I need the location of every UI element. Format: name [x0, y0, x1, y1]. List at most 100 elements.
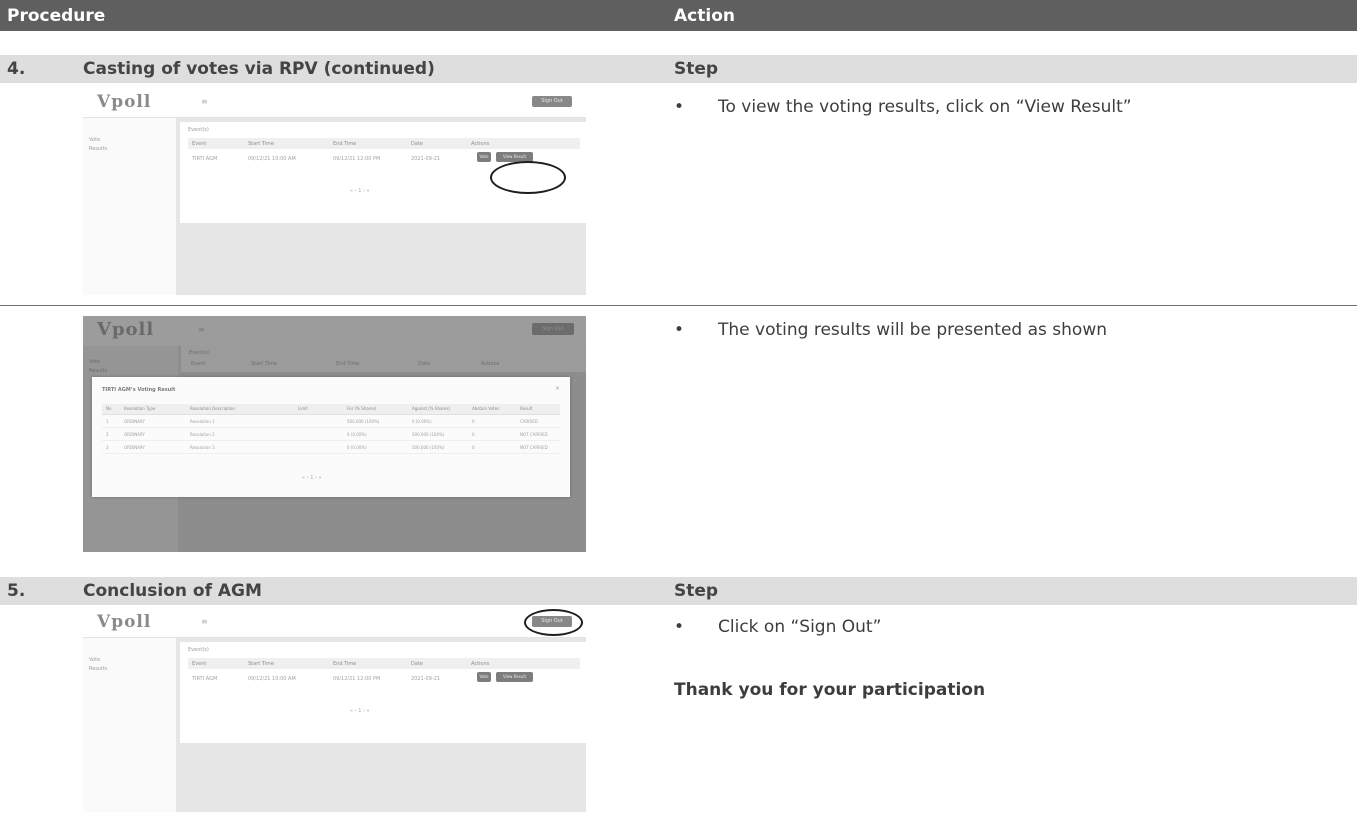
col-end-time: End Time	[333, 141, 357, 147]
app-topbar	[83, 607, 586, 638]
table-row: 1 ORDINARY Resolution 1 500,000 (100%) 0…	[102, 417, 560, 428]
section-5-step-label: Step	[674, 581, 719, 601]
sign-out-button: Sign Out	[532, 96, 572, 107]
step-5-bullet: • Click on “Sign Out”	[674, 617, 881, 637]
panel-title: Event(s)	[188, 647, 209, 653]
sidebar-item-results: Results	[89, 368, 108, 374]
col-actions: Actions	[481, 361, 500, 367]
procedure-column-heading: Procedure	[7, 6, 106, 26]
col-event: Event	[191, 361, 206, 367]
vpoll-logo: Vpoll	[97, 612, 152, 632]
sidebar-item-vote: Vote	[89, 657, 101, 663]
pagination: « ‹ 1 › »	[350, 708, 370, 714]
vpoll-logo: Vpoll	[97, 319, 155, 340]
col-actions: Actions	[471, 141, 490, 147]
cell-event: TIRTI AGM	[192, 156, 218, 162]
events-table-header: Event Start Time End Time Date Actions	[188, 138, 580, 149]
menu-icon: ≡	[201, 97, 208, 106]
events-panel: Event(s) Event Start Time End Time Date …	[180, 642, 586, 743]
col-against: Against (% Shares)	[412, 406, 451, 411]
cell-abstain: 0	[472, 445, 475, 450]
cell-abstain: 0	[472, 419, 475, 424]
section-5-title: Conclusion of AGM	[83, 581, 262, 601]
col-resolution-description: Resolution Description	[190, 406, 235, 411]
events-panel-dimmed: Event(s) Event Start Time End Time Date …	[181, 346, 586, 372]
cell-against: 500,000 (100%)	[412, 432, 445, 437]
app-topbar-dimmed	[83, 316, 586, 346]
step-4a-bullet: • To view the voting results, click on “V…	[674, 97, 1132, 117]
app-sidebar: Vote Results	[83, 638, 176, 812]
cell-for: 0 (0.00%)	[347, 432, 367, 437]
modal-title: TIRTI AGM’s Voting Result	[102, 387, 176, 393]
section-4-title: Casting of votes via RPV (continued)	[83, 59, 435, 79]
cell-type: ORDINARY	[124, 432, 145, 437]
cell-result: NOT CARRIED	[520, 445, 548, 450]
panel-title: Event(s)	[188, 127, 209, 133]
col-resolution-type: Resolution Type	[124, 406, 156, 411]
screenshot-view-result: Vpoll ≡ Sign Out Vote Results Event(s) E…	[83, 87, 586, 295]
bullet-glyph: •	[674, 617, 685, 637]
cell-type: ORDINARY	[124, 419, 145, 424]
col-end-time: End Time	[333, 661, 357, 667]
col-end-time: End Time	[336, 361, 360, 367]
menu-icon: ≡	[201, 617, 208, 626]
cell-for: 0 (0.00%)	[347, 445, 367, 450]
table-row: 2 ORDINARY Resolution 2 0 (0.00%) 500,00…	[102, 430, 560, 441]
cell-against: 0 (0.00%)	[412, 419, 432, 424]
section-4-step-label: Step	[674, 59, 719, 79]
cell-date: 2021-09-21	[411, 156, 441, 162]
cell-no: 3	[106, 445, 109, 450]
cell-date: 2021-09-21	[411, 676, 441, 682]
cell-event: TIRTI AGM	[192, 676, 218, 682]
vote-button: Vote	[477, 152, 491, 162]
bullet-glyph: •	[674, 320, 685, 340]
thank-you-message: Thank you for your participation	[674, 680, 986, 700]
app-sidebar: Vote Results	[83, 118, 176, 295]
pagination: « ‹ 1 › »	[302, 475, 322, 481]
app-main: Event(s) Event Start Time End Time Date …	[176, 118, 586, 295]
screenshot-voting-results: Vpoll ≡ Sign Out Vote Results Event(s) E…	[83, 316, 586, 552]
col-date: Date	[418, 361, 430, 367]
cell-start: 09/12/21 10:00 AM	[248, 156, 296, 162]
col-date: Date	[411, 141, 423, 147]
row-divider	[0, 305, 1357, 306]
col-for: For (% Shares)	[347, 406, 377, 411]
close-icon: ×	[554, 385, 560, 392]
cell-description: Resolution 3	[190, 445, 215, 450]
step-5-text: Click on “Sign Out”	[718, 617, 882, 637]
col-no: No	[106, 406, 112, 411]
pagination: « ‹ 1 › »	[350, 188, 370, 194]
bullet-glyph: •	[674, 97, 685, 117]
app-main: Event(s) Event Start Time End Time Date …	[176, 638, 586, 812]
cell-result: CARRIED	[520, 419, 538, 424]
col-date: Date	[411, 661, 423, 667]
voting-result-modal: TIRTI AGM’s Voting Result × No Resolutio…	[92, 377, 570, 497]
result-table-header: No Resolution Type Resolution Descriptio…	[102, 404, 560, 415]
cell-description: Resolution 2	[190, 432, 215, 437]
sidebar-item-results: Results	[89, 146, 108, 152]
vote-button: Vote	[477, 672, 491, 682]
step-4a-text: To view the voting results, click on “Vi…	[718, 97, 1132, 117]
cell-no: 2	[106, 432, 109, 437]
screenshot-sign-out: Vpoll ≡ Sign Out Vote Results Event(s) E…	[83, 607, 586, 812]
highlight-ring-sign-out	[524, 609, 583, 636]
cell-end: 09/12/21 12:00 PM	[333, 676, 381, 682]
sign-out-button: Sign Out	[532, 323, 574, 335]
cell-description: Resolution 1	[190, 419, 215, 424]
col-limit: Limit	[298, 406, 308, 411]
sidebar-item-results: Results	[89, 666, 108, 672]
cell-against: 500,000 (100%)	[412, 445, 445, 450]
sidebar-item-vote: Vote	[89, 137, 101, 143]
step-4b-bullet: • The voting results will be presented as…	[674, 320, 1107, 340]
vpoll-logo: Vpoll	[97, 92, 152, 112]
col-start-time: Start Time	[251, 361, 278, 367]
col-event: Event	[192, 141, 207, 147]
step-4b-text: The voting results will be presented as …	[718, 320, 1107, 340]
section-5-number: 5.	[7, 581, 26, 601]
menu-icon: ≡	[198, 325, 205, 334]
col-start-time: Start Time	[248, 141, 275, 147]
table-row: 3 ORDINARY Resolution 3 0 (0.00%) 500,00…	[102, 443, 560, 454]
col-abstain: Abstain Votes	[472, 406, 500, 411]
cell-end: 09/12/21 12:00 PM	[333, 156, 381, 162]
col-event: Event	[192, 661, 207, 667]
